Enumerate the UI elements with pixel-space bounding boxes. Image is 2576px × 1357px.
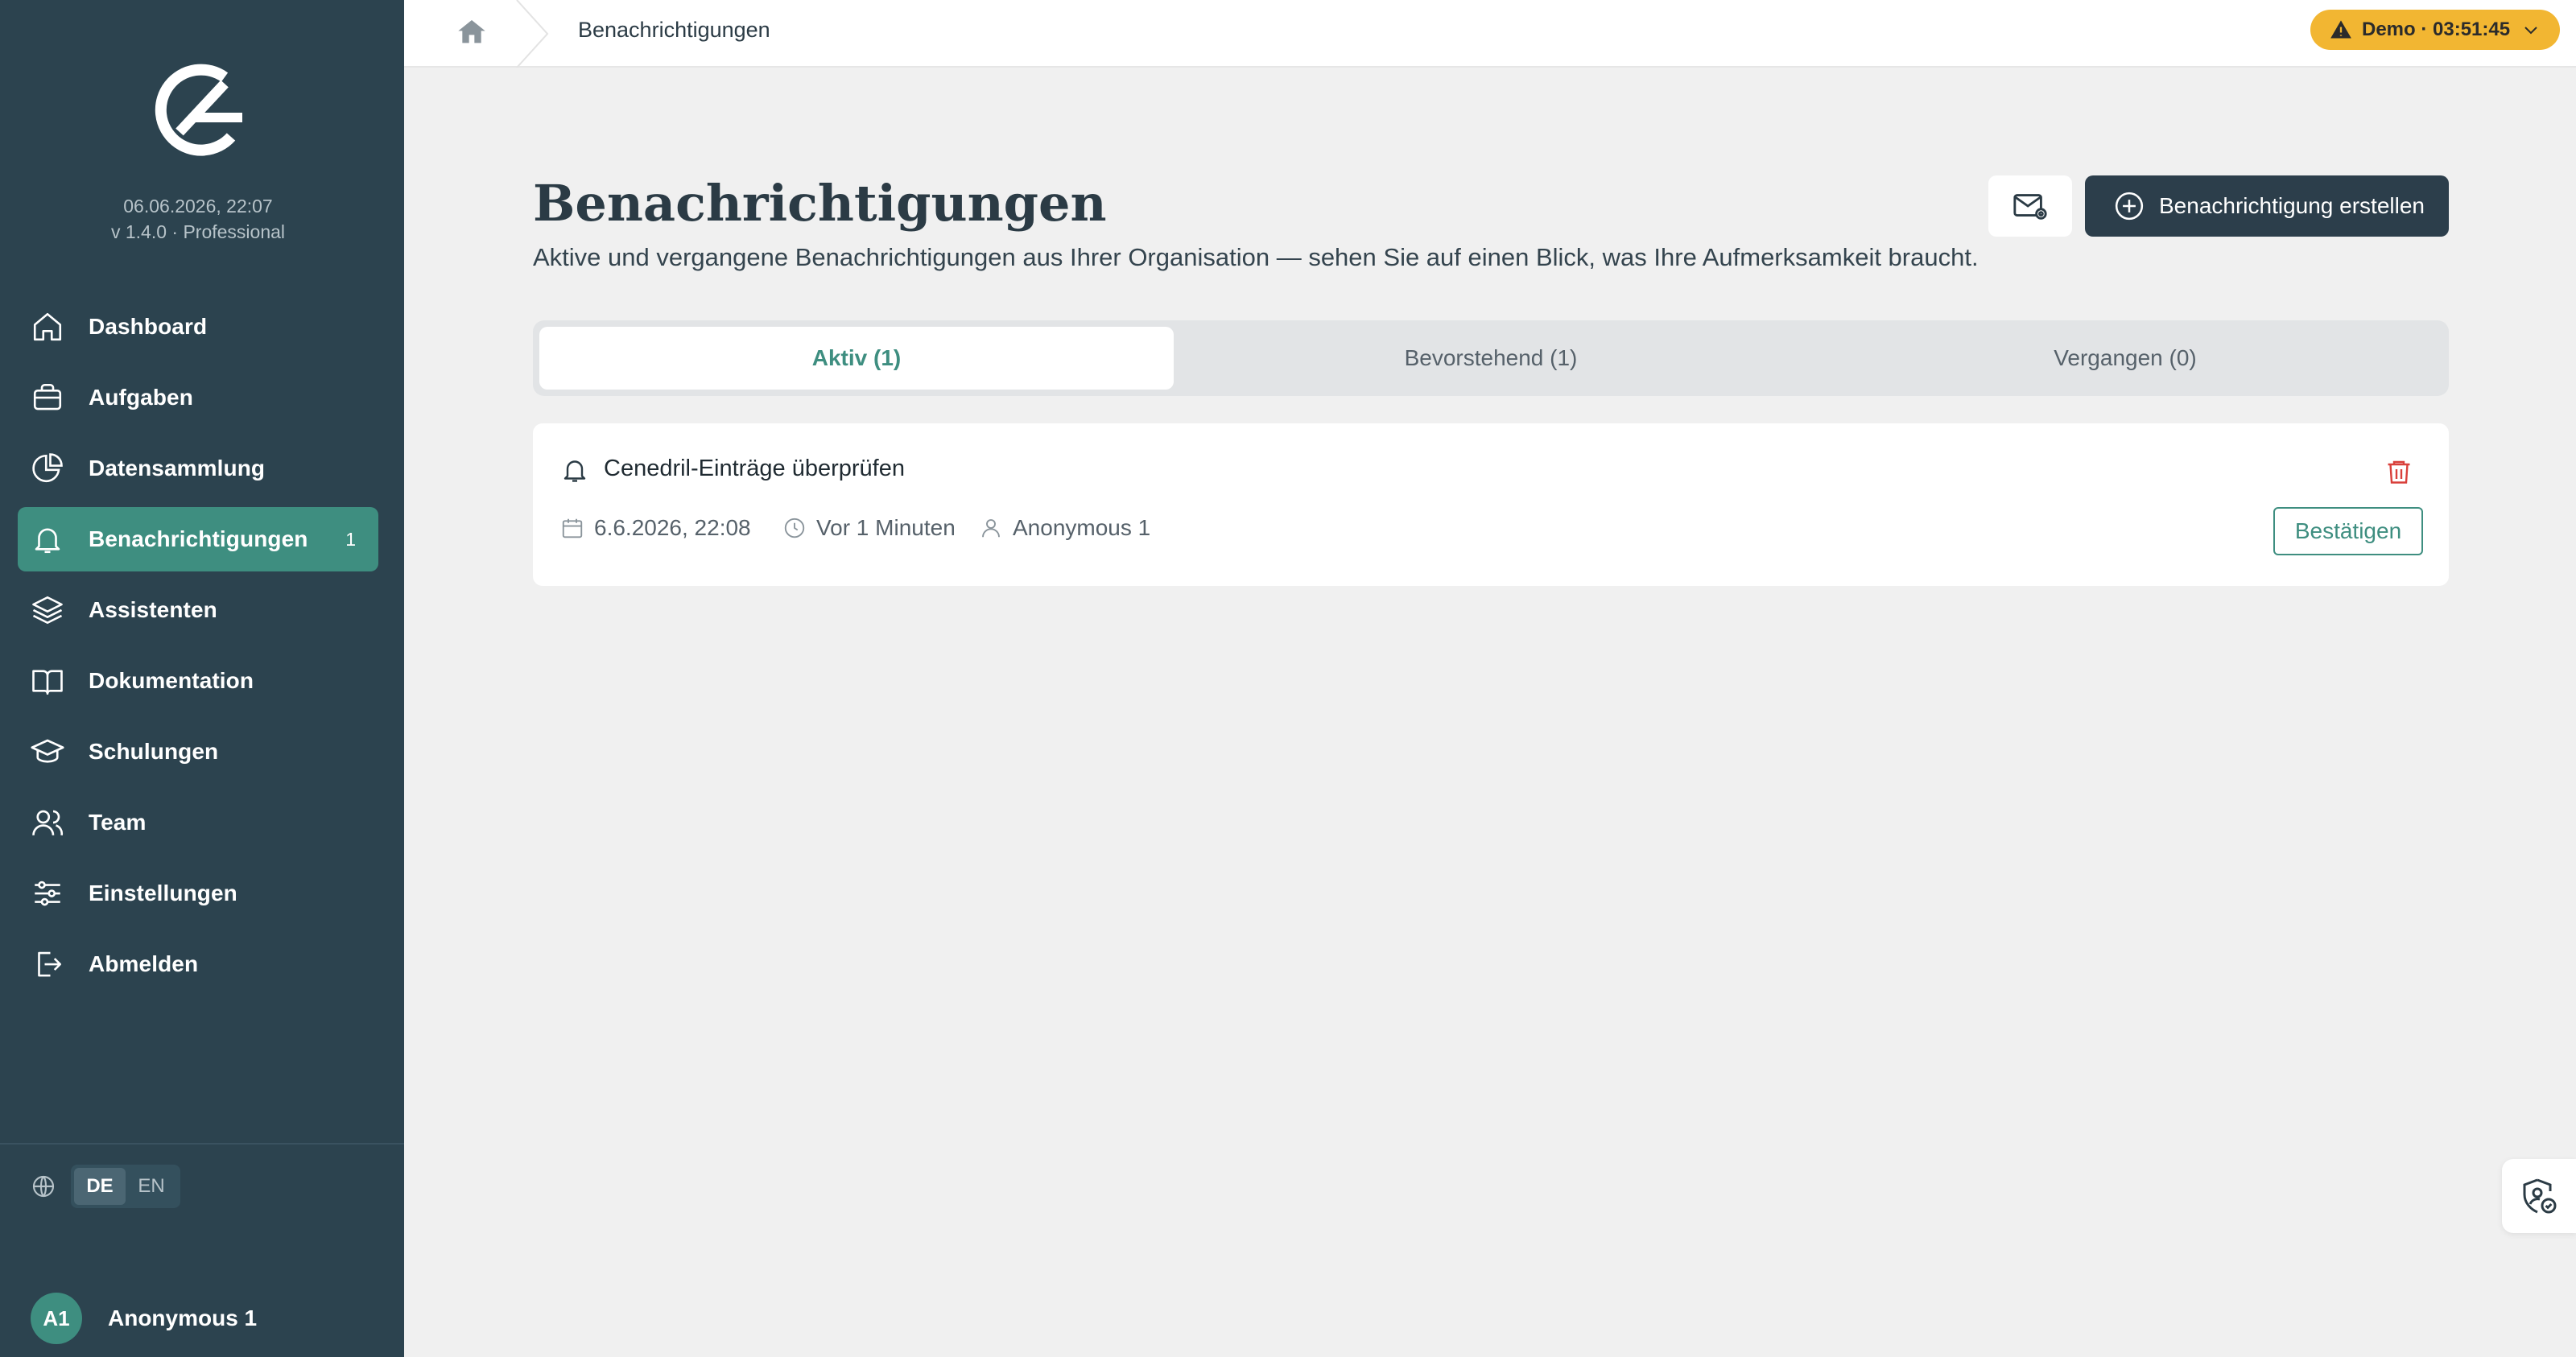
app-logo (155, 64, 242, 156)
topbar: Benachrichtigungen Demo · 03:51:45 (404, 0, 2576, 68)
sidebar-item-label: Aufgaben (89, 385, 193, 410)
briefcase-icon (31, 381, 64, 415)
sidebar-item-label: Dashboard (89, 314, 208, 339)
calendar-icon (562, 518, 583, 538)
demo-timer-label: Demo · 03:51:45 (2362, 19, 2511, 40)
layers-icon (31, 593, 64, 627)
language-switcher: DE EN (31, 1164, 180, 1209)
notification-relative-time: Vor 1 Minuten (782, 515, 956, 541)
users-icon (31, 806, 64, 839)
sidebar-item-datensammlung[interactable]: Datensammlung (18, 436, 378, 501)
language-de-button[interactable]: DE (74, 1168, 126, 1205)
app-version: v 1.4.0 · Professional (110, 221, 286, 242)
trash-icon[interactable] (2384, 457, 2413, 486)
tab-aktiv[interactable]: Aktiv (1) (539, 327, 1174, 390)
sidebar-item-label: Schulungen (89, 739, 219, 764)
tab-vergangen[interactable]: Vergangen (0) (1808, 327, 2442, 390)
pie-chart-icon (31, 452, 64, 485)
user-icon (982, 519, 1000, 538)
notification-count-badge: 1 (345, 528, 356, 550)
globe-icon (32, 1175, 55, 1198)
notification-tabs: Aktiv (1) Bevorstehend (1) Vergangen (0) (533, 320, 2449, 396)
sidebar-nav: Dashboard Aufgaben Datensammlung Benachr… (18, 295, 378, 1003)
language-toggle: DE EN (71, 1165, 180, 1208)
logout-icon (31, 947, 64, 981)
breadcrumb-separator (516, 0, 549, 68)
sidebar-item-team[interactable]: Team (18, 790, 378, 855)
demo-timer-dropdown[interactable]: Demo · 03:51:45 (2310, 10, 2560, 50)
warning-icon (2330, 20, 2351, 39)
page-title: Benachrichtigungen (533, 174, 1107, 233)
sidebar-item-label: Datensammlung (89, 456, 266, 481)
user-profile[interactable]: A1 Anonymous 1 (31, 1293, 257, 1344)
clock-icon (784, 518, 805, 538)
notification-relative-time-text: Vor 1 Minuten (816, 515, 956, 540)
sidebar-item-abmelden[interactable]: Abmelden (18, 932, 378, 996)
mail-settings-icon (2013, 194, 2047, 220)
sliders-icon (31, 876, 64, 910)
sidebar-item-label: Dokumentation (89, 668, 254, 693)
user-name: Anonymous 1 (108, 1305, 258, 1330)
shield-check-icon (2523, 1178, 2557, 1214)
notification-title: Cenedril-Einträge überprüfen (604, 456, 905, 481)
sidebar-item-dashboard[interactable]: Dashboard (18, 295, 378, 359)
notification-card: Cenedril-Einträge überprüfen 6.6.2026, 2… (533, 423, 2449, 586)
sidebar-item-dokumentation[interactable]: Dokumentation (18, 649, 378, 713)
sidebar-date: 06.06.2026, 22:07 (123, 196, 273, 217)
language-en-button[interactable]: EN (126, 1168, 177, 1205)
sidebar-item-assistenten[interactable]: Assistenten (18, 578, 378, 642)
chevron-down-icon (2524, 27, 2537, 35)
sidebar-item-label: Team (89, 810, 147, 835)
notification-user: Anonymous 1 (979, 515, 1150, 541)
email-settings-button[interactable] (1988, 175, 2072, 237)
sidebar-item-label: Einstellungen (89, 881, 237, 905)
avatar: A1 (31, 1293, 82, 1344)
create-notification-button[interactable]: Benachrichtigung erstellen (2085, 175, 2449, 237)
breadcrumb: Benachrichtigungen (578, 18, 770, 42)
notification-date-text: 6.6.2026, 22:08 (594, 515, 751, 540)
graduation-cap-icon (31, 735, 64, 769)
sidebar-item-benachrichtigungen[interactable]: Benachrichtigungen 1 (18, 507, 378, 571)
sidebar-item-schulungen[interactable]: Schulungen (18, 720, 378, 784)
bell-icon (564, 460, 586, 482)
plus-circle-icon (2115, 192, 2144, 221)
notification-date: 6.6.2026, 22:08 (560, 515, 751, 541)
create-notification-label: Benachrichtigung erstellen (2159, 193, 2425, 218)
book-icon (31, 664, 64, 698)
sidebar-item-label: Benachrichtigungen (89, 526, 308, 551)
sidebar-divider (0, 1143, 404, 1145)
sidebar-item-aufgaben[interactable]: Aufgaben (18, 365, 378, 430)
bell-icon (31, 522, 64, 556)
tab-bevorstehend[interactable]: Bevorstehend (1) (1174, 327, 1808, 390)
confirm-button[interactable]: Bestätigen (2273, 507, 2423, 555)
sidebar: 06.06.2026, 22:07 v 1.4.0 · Professional… (0, 0, 404, 1357)
page-subtitle: Aktive und vergangene Benachrichtigungen… (533, 243, 1979, 271)
home-breadcrumb-icon[interactable] (456, 16, 488, 48)
notification-user-text: Anonymous 1 (1013, 515, 1151, 540)
sidebar-item-einstellungen[interactable]: Einstellungen (18, 861, 378, 926)
sidebar-item-label: Assistenten (89, 597, 217, 622)
home-icon (31, 310, 64, 344)
sidebar-item-label: Abmelden (89, 951, 199, 976)
privacy-shield-button[interactable] (2502, 1159, 2576, 1233)
